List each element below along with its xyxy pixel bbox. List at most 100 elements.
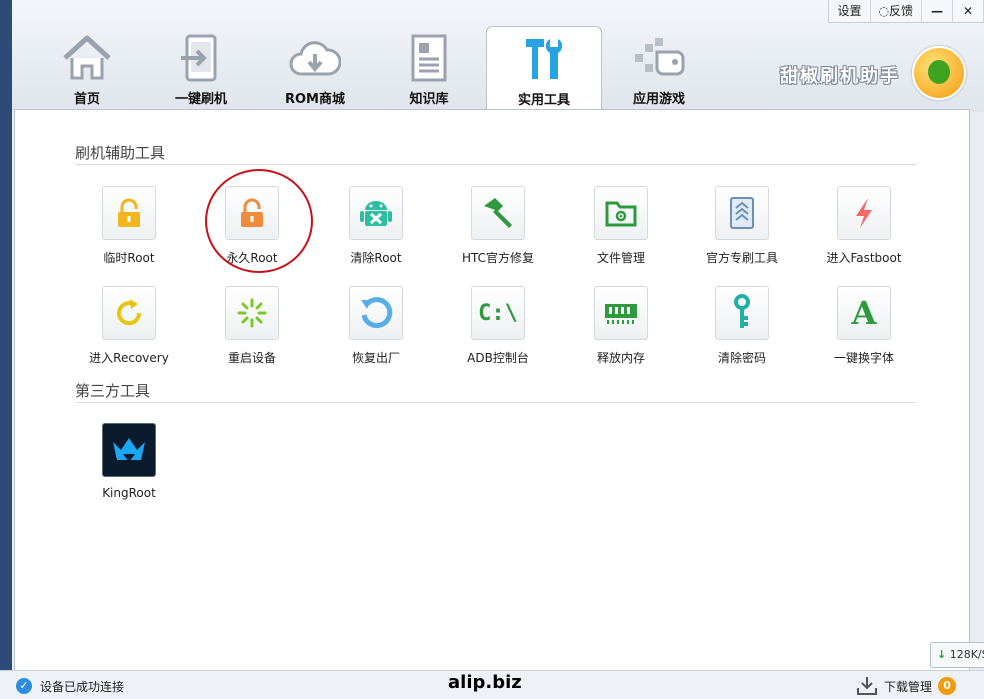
download-manager-button[interactable]: 下载管理 0 bbox=[856, 675, 957, 697]
tool-label: 进入Recovery bbox=[89, 351, 169, 365]
home-icon bbox=[63, 35, 111, 80]
gamepad-icon bbox=[635, 38, 685, 76]
tool-label: 临时Root bbox=[103, 251, 155, 265]
tool-icon-box bbox=[102, 286, 156, 340]
tab-label: 应用游戏 bbox=[632, 92, 685, 107]
tool-icon-box bbox=[225, 186, 279, 240]
tab-knowledge[interactable]: 知识库 bbox=[372, 26, 486, 108]
check-icon: ✓ bbox=[16, 678, 32, 694]
tool-icon-box bbox=[225, 286, 279, 340]
tool-clear-root[interactable]: 清除Root bbox=[321, 186, 431, 266]
download-count-badge: 0 bbox=[938, 677, 957, 695]
tab-rom-store[interactable]: ROM商城 bbox=[258, 26, 372, 108]
lightning-icon bbox=[856, 198, 872, 228]
tool-reboot[interactable]: 重启设备 bbox=[197, 286, 307, 366]
circle-arrow-icon bbox=[361, 297, 393, 329]
tool-factory-reset[interactable]: 恢复出厂 bbox=[321, 286, 431, 366]
tool-icon-box bbox=[715, 186, 769, 240]
brand-name: 甜椒刷机助手 bbox=[780, 66, 900, 87]
tab-home[interactable]: 首页 bbox=[30, 26, 144, 108]
connection-status: 设备已成功连接 bbox=[40, 680, 125, 694]
tool-label: 释放内存 bbox=[596, 351, 645, 365]
tool-free-memory[interactable]: 释放内存 bbox=[566, 286, 676, 366]
section-title-third-party: 第三方工具 bbox=[75, 382, 151, 400]
tool-icon-box bbox=[837, 186, 891, 240]
section-divider bbox=[75, 402, 917, 403]
tool-fastboot[interactable]: 进入Fastboot bbox=[809, 186, 919, 266]
folder-icon bbox=[605, 201, 637, 227]
tab-one-key-flash[interactable]: 一键刷机 bbox=[144, 26, 258, 108]
section-divider bbox=[75, 164, 917, 165]
tool-label: 官方专刷工具 bbox=[705, 251, 778, 265]
tab-label: 知识库 bbox=[409, 92, 449, 107]
tool-htc-repair[interactable]: HTC官方修复 bbox=[443, 186, 553, 266]
kingroot-icon bbox=[113, 438, 145, 462]
tool-icon-box: C:\ bbox=[471, 286, 525, 340]
desktop-edge bbox=[0, 0, 12, 698]
android-icon bbox=[360, 201, 392, 226]
tool-label: 清除Root bbox=[350, 251, 402, 265]
tool-label: HTC官方修复 bbox=[461, 251, 535, 265]
tool-icon-box bbox=[594, 186, 648, 240]
tab-tools[interactable]: 实用工具 bbox=[486, 26, 602, 111]
tool-file-manager[interactable]: 文件管理 bbox=[566, 186, 676, 266]
tab-label: ROM商城 bbox=[285, 92, 345, 107]
tool-official-flash[interactable]: 官方专刷工具 bbox=[687, 186, 797, 266]
tool-label: ADB控制台 bbox=[467, 351, 529, 365]
tab-apps-games[interactable]: 应用游戏 bbox=[602, 26, 716, 108]
close-button[interactable]: ✕ bbox=[953, 0, 984, 22]
tool-icon-box bbox=[715, 286, 769, 340]
tool-label: 进入Fastboot bbox=[826, 251, 902, 265]
arrow-down-icon: ↓ bbox=[937, 648, 947, 661]
pepper-icon bbox=[928, 60, 950, 84]
tool-icon-box: A bbox=[837, 286, 891, 340]
tool-label: KingRoot bbox=[102, 486, 156, 500]
download-speed: ↓ 128K/S bbox=[930, 642, 984, 668]
tool-icon-box bbox=[594, 286, 648, 340]
download-manager-label: 下载管理 bbox=[884, 679, 933, 694]
tool-recovery[interactable]: 进入Recovery bbox=[74, 286, 184, 366]
tool-label: 重启设备 bbox=[227, 351, 276, 365]
tab-label: 实用工具 bbox=[517, 93, 570, 108]
tool-icon-box bbox=[102, 186, 156, 240]
document-icon bbox=[411, 34, 447, 82]
tool-kingroot[interactable]: KingRoot bbox=[74, 423, 184, 500]
tool-change-font[interactable]: A 一键换字体 bbox=[809, 286, 919, 366]
settings-button[interactable]: 设置 bbox=[829, 0, 871, 22]
tools-panel: 刷机辅助工具 临时Root 永久Root 清除Root HTC官方修复 文件管理… bbox=[14, 109, 970, 671]
tool-label: 永久Root bbox=[226, 251, 278, 265]
cloud-download-icon bbox=[289, 41, 341, 76]
tool-label: 清除密码 bbox=[717, 351, 766, 365]
tool-icon-box bbox=[349, 186, 403, 240]
terminal-icon: C:\ bbox=[478, 300, 518, 326]
tool-temp-root[interactable]: 临时Root bbox=[74, 186, 184, 266]
section-title-flash-tools: 刷机辅助工具 bbox=[75, 144, 166, 162]
tool-adb-console[interactable]: C:\ ADB控制台 bbox=[443, 286, 553, 366]
tab-label: 一键刷机 bbox=[174, 92, 227, 107]
phone-flash-icon bbox=[730, 197, 754, 229]
feedback-icon: ◌ bbox=[878, 4, 889, 18]
font-icon: A bbox=[851, 294, 877, 332]
feedback-button[interactable]: ◌反馈 bbox=[871, 0, 922, 22]
flash-phone-icon bbox=[181, 34, 217, 82]
tab-label: 首页 bbox=[73, 92, 100, 107]
tool-label: 文件管理 bbox=[596, 251, 645, 265]
tool-label: 恢复出厂 bbox=[351, 351, 400, 365]
tool-clear-password[interactable]: 清除密码 bbox=[687, 286, 797, 366]
tool-permanent-root[interactable]: 永久Root bbox=[197, 186, 307, 266]
spinner-icon bbox=[237, 298, 267, 328]
refresh-icon bbox=[117, 299, 142, 326]
window-controls: 设置 ◌反馈 — ✕ bbox=[828, 0, 984, 23]
minimize-button[interactable]: — bbox=[922, 0, 953, 22]
tool-icon-box bbox=[349, 286, 403, 340]
feedback-label: 反馈 bbox=[888, 4, 913, 18]
main-tabs: 首页 一键刷机 ROM商城 知识库 实用工具 应用游戏 bbox=[30, 26, 716, 111]
tools-icon bbox=[526, 39, 563, 79]
speed-value: 128K/S bbox=[949, 648, 984, 661]
memory-icon bbox=[605, 304, 637, 324]
key-icon bbox=[734, 294, 750, 328]
tool-label: 一键换字体 bbox=[833, 351, 894, 365]
tool-icon-box bbox=[471, 186, 525, 240]
tool-icon-box bbox=[102, 423, 156, 477]
hammer-icon bbox=[484, 198, 512, 228]
